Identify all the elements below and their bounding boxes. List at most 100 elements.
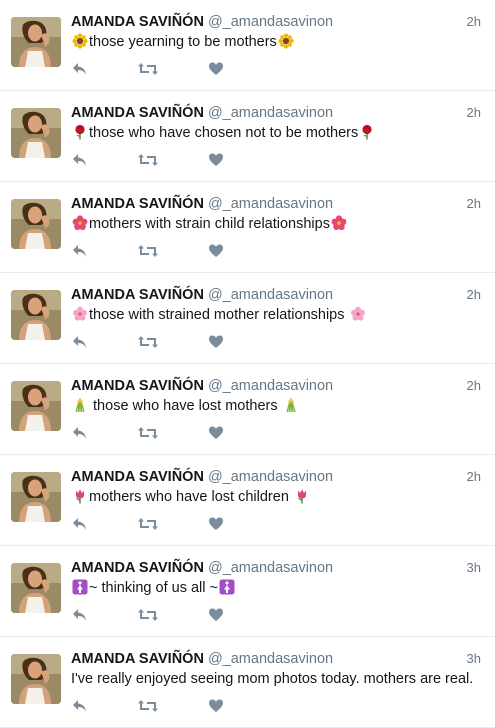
tweet-timestamp[interactable]: 2h	[467, 196, 481, 211]
reply-button[interactable]	[71, 151, 89, 169]
tweet[interactable]: AMANDA SAVIÑÓN @_amandasavinon 2h mother…	[0, 455, 495, 546]
reply-button[interactable]	[71, 424, 89, 442]
tweet-timestamp[interactable]: 2h	[467, 14, 481, 29]
reply-button[interactable]	[71, 60, 89, 78]
reply-icon	[73, 336, 86, 348]
like-button[interactable]	[208, 515, 224, 533]
tweet-actions	[71, 606, 241, 624]
author-name[interactable]: AMANDA SAVIÑÓN	[71, 196, 204, 212]
tweet[interactable]: AMANDA SAVIÑÓN @_amandasavinon 3h ~ thin…	[0, 546, 495, 637]
tweet-actions	[71, 333, 241, 351]
tweet-header: AMANDA SAVIÑÓN @_amandasavinon	[71, 285, 481, 305]
tweet-timestamp[interactable]: 3h	[467, 651, 481, 666]
tweet-header: AMANDA SAVIÑÓN @_amandasavinon	[71, 467, 481, 487]
avatar[interactable]	[11, 381, 61, 431]
tweet-body: those who have chosen not to be mothers	[89, 125, 359, 141]
author-name[interactable]: AMANDA SAVIÑÓN	[71, 651, 204, 667]
author-handle[interactable]: @_amandasavinon	[208, 378, 333, 394]
retweet-icon	[138, 63, 158, 75]
retweet-button[interactable]	[137, 424, 159, 442]
author-handle[interactable]: @_amandasavinon	[208, 651, 333, 667]
avatar[interactable]	[11, 17, 61, 67]
like-button[interactable]	[208, 424, 224, 442]
reply-button[interactable]	[71, 242, 89, 260]
avatar[interactable]	[11, 108, 61, 158]
avatar[interactable]	[11, 472, 61, 522]
like-button[interactable]	[208, 333, 224, 351]
reply-icon	[73, 518, 86, 530]
tweet[interactable]: AMANDA SAVIÑÓN @_amandasavinon 2h those …	[0, 364, 495, 455]
tulip-icon	[72, 488, 88, 504]
tweet-timestamp[interactable]: 2h	[467, 105, 481, 120]
author-name[interactable]: AMANDA SAVIÑÓN	[71, 469, 204, 485]
tweet[interactable]: AMANDA SAVIÑÓN @_amandasavinon 3h I've r…	[0, 637, 495, 728]
profile-photo	[11, 563, 61, 613]
like-button[interactable]	[208, 697, 224, 715]
author-name[interactable]: AMANDA SAVIÑÓN	[71, 287, 204, 303]
avatar[interactable]	[11, 654, 61, 704]
retweet-icon	[138, 609, 158, 621]
womens-symbol-icon	[72, 579, 88, 595]
author-handle[interactable]: @_amandasavinon	[208, 560, 333, 576]
reply-button[interactable]	[71, 333, 89, 351]
reply-button[interactable]	[71, 606, 89, 624]
hibiscus-icon	[331, 215, 347, 231]
tweet[interactable]: AMANDA SAVIÑÓN @_amandasavinon 2h those …	[0, 91, 495, 182]
like-button[interactable]	[208, 151, 224, 169]
tweet-feed: AMANDA SAVIÑÓN @_amandasavinon 2h those …	[0, 0, 495, 728]
reply-button[interactable]	[71, 697, 89, 715]
tweet[interactable]: AMANDA SAVIÑÓN @_amandasavinon 2h those …	[0, 0, 495, 91]
author-name[interactable]: AMANDA SAVIÑÓN	[71, 560, 204, 576]
profile-photo	[11, 290, 61, 340]
tweet-timestamp[interactable]: 3h	[467, 560, 481, 575]
retweet-button[interactable]	[137, 242, 159, 260]
tulip-icon	[294, 488, 310, 504]
avatar[interactable]	[11, 199, 61, 249]
tweet-timestamp[interactable]: 2h	[467, 378, 481, 393]
like-button[interactable]	[208, 60, 224, 78]
reply-button[interactable]	[71, 515, 89, 533]
tweet-body: mothers with strain child relationships	[89, 216, 330, 232]
tweet-timestamp[interactable]: 2h	[467, 469, 481, 484]
retweet-icon	[138, 245, 158, 257]
tweet-header: AMANDA SAVIÑÓN @_amandasavinon	[71, 194, 481, 214]
author-name[interactable]: AMANDA SAVIÑÓN	[71, 14, 204, 30]
tweet-actions	[71, 60, 241, 78]
tweet-header: AMANDA SAVIÑÓN @_amandasavinon	[71, 376, 481, 396]
retweet-icon	[138, 518, 158, 530]
like-button[interactable]	[208, 242, 224, 260]
tweet-actions	[71, 515, 241, 533]
author-name[interactable]: AMANDA SAVIÑÓN	[71, 378, 204, 394]
tweet-timestamp[interactable]: 2h	[467, 287, 481, 302]
author-handle[interactable]: @_amandasavinon	[208, 105, 333, 121]
author-handle[interactable]: @_amandasavinon	[208, 469, 333, 485]
retweet-button[interactable]	[137, 697, 159, 715]
heart-icon	[209, 517, 223, 530]
avatar[interactable]	[11, 563, 61, 613]
author-handle[interactable]: @_amandasavinon	[208, 196, 333, 212]
profile-photo	[11, 199, 61, 249]
heart-icon	[209, 62, 223, 75]
retweet-button[interactable]	[137, 333, 159, 351]
tweet[interactable]: AMANDA SAVIÑÓN @_amandasavinon 2h those …	[0, 273, 495, 364]
tweet-actions	[71, 424, 241, 442]
heart-icon	[209, 699, 223, 712]
like-button[interactable]	[208, 606, 224, 624]
author-handle[interactable]: @_amandasavinon	[208, 14, 333, 30]
tweet-header: AMANDA SAVIÑÓN @_amandasavinon	[71, 12, 481, 32]
tweet[interactable]: AMANDA SAVIÑÓN @_amandasavinon 2h mother…	[0, 182, 495, 273]
tweet-text: those who have chosen not to be mothers	[71, 122, 481, 144]
retweet-button[interactable]	[137, 151, 159, 169]
retweet-button[interactable]	[137, 60, 159, 78]
author-name[interactable]: AMANDA SAVIÑÓN	[71, 105, 204, 121]
author-handle[interactable]: @_amandasavinon	[208, 287, 333, 303]
avatar[interactable]	[11, 290, 61, 340]
tweet-header: AMANDA SAVIÑÓN @_amandasavinon	[71, 558, 481, 578]
tweet-body: those yearning to be mothers	[89, 34, 277, 50]
tweet-text: mothers who have lost children	[71, 486, 481, 508]
retweet-button[interactable]	[137, 606, 159, 624]
tweet-header: AMANDA SAVIÑÓN @_amandasavinon	[71, 649, 481, 669]
rose-icon	[72, 124, 88, 140]
profile-photo	[11, 17, 61, 67]
retweet-button[interactable]	[137, 515, 159, 533]
